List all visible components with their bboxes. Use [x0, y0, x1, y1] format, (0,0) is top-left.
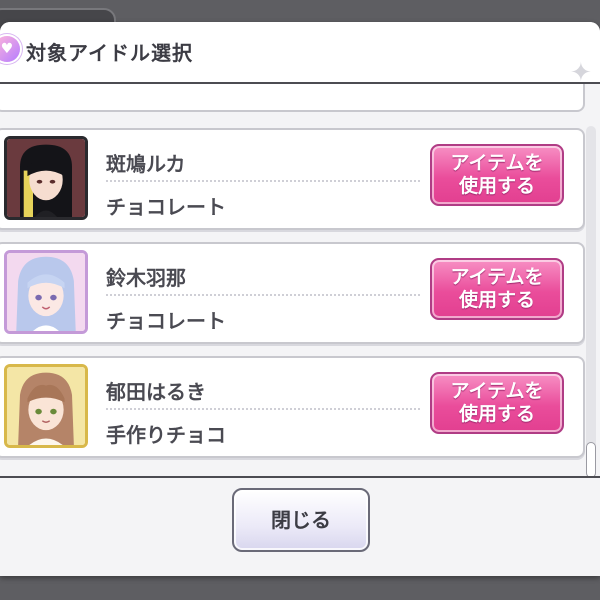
divider: [106, 294, 420, 296]
use-item-label-line2: 使用する: [458, 175, 535, 197]
idol-name: 鈴木羽那: [106, 266, 186, 290]
use-item-label-line1: アイテムを: [450, 380, 544, 402]
idol-name: 斑鳩ルカ: [106, 152, 186, 176]
scrollbar-thumb[interactable]: [586, 442, 596, 478]
use-item-label-line2: 使用する: [458, 403, 535, 425]
use-item-label-line1: アイテムを: [450, 152, 544, 174]
avatar: [4, 364, 88, 448]
divider: [106, 408, 420, 410]
item-name: チョコレート: [106, 309, 226, 333]
dialog-title: 対象アイドル選択: [26, 41, 193, 65]
use-item-button[interactable]: アイテムを 使用する: [430, 258, 564, 320]
item-name: 手作りチョコ: [106, 423, 226, 447]
avatar: [4, 250, 88, 334]
avatar: [4, 136, 88, 220]
select-idol-dialog: ♥ 対象アイドル選択 ✦ 斑鳩ルカ チョコレート アイテムを 使用する 鈴木羽那…: [0, 22, 600, 576]
use-item-label-line1: アイテムを: [450, 266, 544, 288]
use-item-button[interactable]: アイテムを 使用する: [430, 144, 564, 206]
list-item: 斑鳩ルカ チョコレート アイテムを 使用する: [0, 128, 585, 230]
item-name: チョコレート: [106, 195, 226, 219]
dialog-header: ♥ 対象アイドル選択 ✦: [0, 22, 600, 88]
idol-list[interactable]: 斑鳩ルカ チョコレート アイテムを 使用する 鈴木羽那 チョコレート アイテムを…: [0, 84, 600, 476]
use-item-label-line2: 使用する: [458, 289, 535, 311]
scrollbar[interactable]: [586, 126, 596, 478]
close-button[interactable]: 閉じる: [232, 488, 370, 552]
heart-chocolate-icon: ♥: [0, 36, 20, 62]
list-item: 鈴木羽那 チョコレート アイテムを 使用する: [0, 242, 585, 344]
idol-name: 郁田はるき: [106, 380, 206, 404]
sparkle-icon: ✦: [570, 58, 592, 88]
divider: [106, 180, 420, 182]
use-item-button[interactable]: アイテムを 使用する: [430, 372, 564, 434]
list-item: 郁田はるき 手作りチョコ アイテムを 使用する: [0, 356, 585, 458]
footer-divider: [0, 476, 600, 478]
list-item-partial: [0, 84, 585, 112]
